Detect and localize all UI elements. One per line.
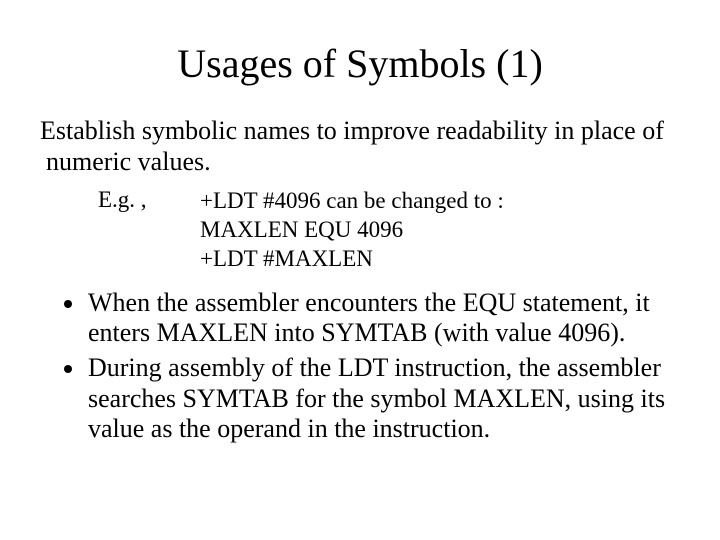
example-lines: +LDT #4096 can be changed to : MAXLEN EQ… (200, 187, 680, 273)
bullet-item: When the assembler encounters the EQU st… (86, 288, 680, 349)
bullet-list: When the assembler encounters the EQU st… (40, 288, 680, 445)
example-label: E.g. , (40, 187, 200, 273)
example-line: +LDT #MAXLEN (200, 245, 680, 274)
example-line: MAXLEN EQU 4096 (200, 216, 680, 245)
example-line: +LDT #4096 can be changed to : (200, 187, 680, 216)
slide-title: Usages of Symbols (1) (40, 40, 680, 87)
slide: Usages of Symbols (1) Establish symbolic… (0, 0, 720, 540)
intro-paragraph: Establish symbolic names to improve read… (40, 115, 680, 177)
bullet-item: During assembly of the LDT instruction, … (86, 353, 680, 445)
example-block: E.g. , +LDT #4096 can be changed to : MA… (40, 187, 680, 273)
